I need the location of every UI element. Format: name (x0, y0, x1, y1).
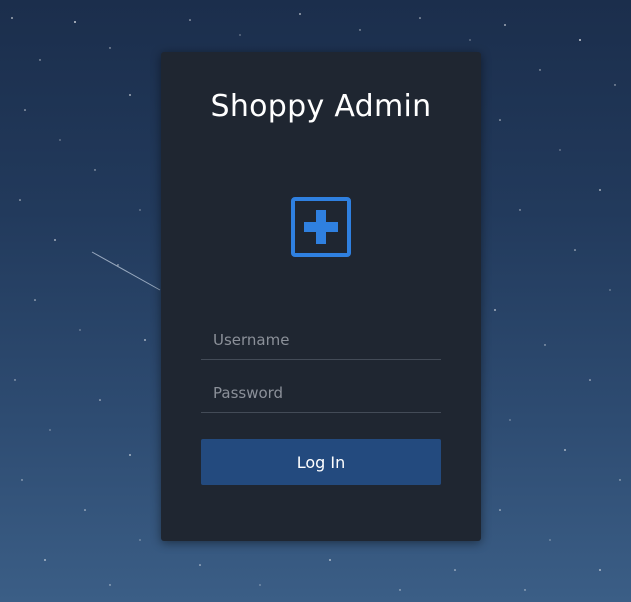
username-field[interactable] (201, 320, 441, 360)
login-card: Shoppy Admin Log In (161, 52, 481, 541)
login-button[interactable]: Log In (201, 439, 441, 485)
plus-square-icon (291, 197, 351, 257)
password-field[interactable] (201, 373, 441, 413)
page-title: Shoppy Admin (210, 89, 432, 124)
shooting-star (91, 251, 161, 291)
